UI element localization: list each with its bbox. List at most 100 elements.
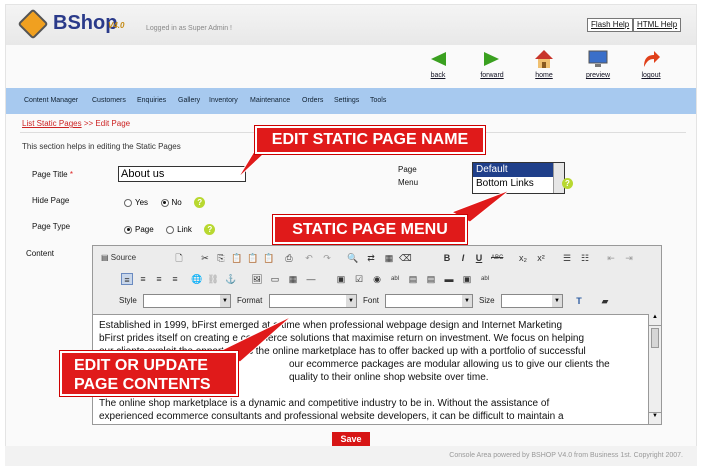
font-select[interactable]: ▼ bbox=[385, 294, 473, 308]
textfield-icon[interactable]: abl bbox=[389, 273, 401, 285]
align-right-icon[interactable]: ≡ bbox=[153, 273, 165, 285]
page-title-input[interactable]: About us bbox=[118, 166, 246, 182]
ordered-list-icon[interactable]: ☰ bbox=[561, 252, 573, 264]
menu-orders[interactable]: Orders bbox=[302, 97, 323, 104]
cut-icon[interactable]: ✂ bbox=[199, 252, 211, 264]
menu-settings[interactable]: Settings bbox=[334, 97, 359, 104]
hidden-field-icon[interactable]: abl bbox=[479, 273, 491, 285]
logged-in-text: Logged in as Super Admin ! bbox=[146, 25, 233, 32]
unordered-list-icon[interactable]: ☷ bbox=[579, 252, 591, 264]
paste-word-icon[interactable]: 📋 bbox=[263, 252, 275, 264]
form-icon[interactable]: ▣ bbox=[335, 273, 347, 285]
forward-button[interactable]: forward bbox=[472, 49, 512, 79]
menu-tools[interactable]: Tools bbox=[370, 97, 386, 104]
image-icon[interactable]: 🖼 bbox=[251, 273, 263, 285]
home-button[interactable]: home bbox=[524, 49, 564, 79]
scroll-up-icon[interactable]: ▲ bbox=[649, 314, 661, 326]
copy-icon[interactable]: ⎘ bbox=[215, 252, 227, 264]
button-field-icon[interactable]: ▬ bbox=[443, 273, 455, 285]
table-icon[interactable]: ▦ bbox=[287, 273, 299, 285]
link-icon[interactable]: 🌐 bbox=[191, 273, 203, 285]
menu-option-default[interactable]: Default bbox=[473, 163, 564, 177]
size-select[interactable]: ▼ bbox=[501, 294, 563, 308]
chevron-down-icon: ▼ bbox=[552, 295, 562, 307]
menu-content-manager[interactable]: Content Manager bbox=[24, 97, 78, 104]
menu-customers[interactable]: Customers bbox=[92, 97, 126, 104]
content-line: bFirst prides itself on creating e comme… bbox=[99, 333, 585, 344]
back-arrow-icon bbox=[431, 52, 446, 66]
textarea-icon[interactable]: ▤ bbox=[407, 273, 419, 285]
chevron-down-icon: ▼ bbox=[220, 295, 230, 307]
indent-icon[interactable]: ⇥ bbox=[623, 252, 635, 264]
find-icon[interactable]: 🔍 bbox=[347, 252, 359, 264]
menu-gallery[interactable]: Gallery bbox=[178, 97, 200, 104]
unlink-icon[interactable]: ⛓ bbox=[207, 273, 219, 285]
type-page-radio[interactable] bbox=[124, 225, 132, 234]
bold-icon[interactable]: B bbox=[441, 252, 453, 264]
hide-page-help-icon[interactable]: ? bbox=[194, 197, 206, 209]
scroll-down-icon[interactable]: ▼ bbox=[649, 412, 661, 424]
format-select[interactable]: ▼ bbox=[269, 294, 357, 308]
select-field-icon[interactable]: ▤ bbox=[425, 273, 437, 285]
replace-icon[interactable]: ⇄ bbox=[365, 252, 377, 264]
align-left-icon[interactable]: ≡ bbox=[121, 273, 133, 285]
flash-help-button[interactable]: Flash Help bbox=[587, 18, 634, 32]
italic-icon[interactable]: I bbox=[457, 252, 469, 264]
breadcrumb-list-static-pages[interactable]: List Static Pages bbox=[22, 119, 82, 128]
image-button-icon[interactable]: ▣ bbox=[461, 273, 473, 285]
paste-text-icon[interactable]: 📋 bbox=[247, 252, 259, 264]
redo-icon[interactable]: ↷ bbox=[321, 252, 333, 264]
hide-no-radio[interactable] bbox=[160, 198, 169, 207]
select-all-icon[interactable]: ▦ bbox=[383, 252, 395, 264]
bg-color-icon[interactable]: ▰ bbox=[599, 295, 611, 307]
size-label: Size bbox=[479, 296, 495, 305]
breadcrumb-current: Edit Page bbox=[95, 119, 131, 128]
page-title-label-text: Page Title bbox=[32, 170, 68, 179]
undo-icon[interactable]: ↶ bbox=[303, 252, 315, 264]
superscript-icon[interactable]: x² bbox=[535, 252, 547, 264]
flash-icon[interactable]: ▭ bbox=[269, 273, 281, 285]
subscript-icon[interactable]: x₂ bbox=[517, 252, 529, 264]
justify-icon[interactable]: ≡ bbox=[169, 273, 181, 285]
save-button[interactable]: Save bbox=[332, 432, 370, 447]
remove-format-icon[interactable]: ⌫ bbox=[399, 252, 412, 264]
type-link-label: Link bbox=[177, 225, 192, 235]
paste-icon[interactable]: 📋 bbox=[231, 252, 243, 264]
callout-static-page-menu: STATIC PAGE MENU bbox=[273, 215, 467, 244]
forward-label: forward bbox=[480, 72, 504, 79]
page-menu-help-icon[interactable]: ? bbox=[562, 178, 573, 189]
print-icon[interactable]: ⎙ bbox=[283, 252, 295, 264]
text-color-icon[interactable]: T bbox=[573, 295, 585, 307]
menu-inventory[interactable]: Inventory bbox=[209, 97, 238, 104]
page-type-label: Page Type bbox=[32, 222, 71, 231]
monitor-icon bbox=[588, 50, 608, 67]
preview-button[interactable]: preview bbox=[578, 49, 618, 79]
radio-icon[interactable]: ◉ bbox=[371, 273, 383, 285]
callout-edit-page-name: EDIT STATIC PAGE NAME bbox=[255, 126, 485, 154]
content-scrollbar[interactable]: ▲ ▼ bbox=[648, 314, 661, 424]
underline-icon[interactable]: U bbox=[473, 252, 485, 264]
scroll-thumb[interactable] bbox=[651, 328, 659, 348]
back-button[interactable]: back bbox=[418, 49, 458, 79]
preview-doc-icon[interactable]: 🗋 bbox=[173, 252, 185, 264]
outdent-icon[interactable]: ⇤ bbox=[605, 252, 617, 264]
logout-button[interactable]: logout bbox=[631, 49, 671, 79]
editor-toolbar-row-2: ≡ ≡ ≡ ≡ 🌐 ⛓ ⚓ 🖼 ▭ ▦ ― ▣ ☑ ◉ abl ▤ ▤ ▬ ▣ … bbox=[93, 270, 661, 289]
page-type-help-icon[interactable]: ? bbox=[204, 224, 216, 236]
style-select[interactable]: ▼ bbox=[143, 294, 231, 308]
menu-maintenance[interactable]: Maintenance bbox=[250, 97, 290, 104]
html-help-button[interactable]: HTML Help bbox=[633, 18, 682, 32]
menu-option-bottom-links[interactable]: Bottom Links bbox=[473, 177, 564, 191]
anchor-icon[interactable]: ⚓ bbox=[225, 273, 237, 285]
page-menu-listbox[interactable]: Default Bottom Links bbox=[472, 162, 565, 194]
align-center-icon[interactable]: ≡ bbox=[137, 273, 149, 285]
listbox-scrollbar[interactable] bbox=[553, 163, 564, 193]
rule-icon[interactable]: ― bbox=[305, 273, 317, 285]
hide-yes-radio[interactable] bbox=[124, 198, 132, 207]
strike-icon[interactable]: ABC bbox=[491, 252, 503, 264]
checkbox-icon[interactable]: ☑ bbox=[353, 273, 365, 285]
type-link-radio[interactable] bbox=[166, 225, 175, 234]
source-button[interactable]: ▤ Source bbox=[101, 252, 151, 264]
page-type-radio-group: Page Link ? bbox=[124, 221, 216, 239]
menu-enquiries[interactable]: Enquiries bbox=[137, 97, 166, 104]
